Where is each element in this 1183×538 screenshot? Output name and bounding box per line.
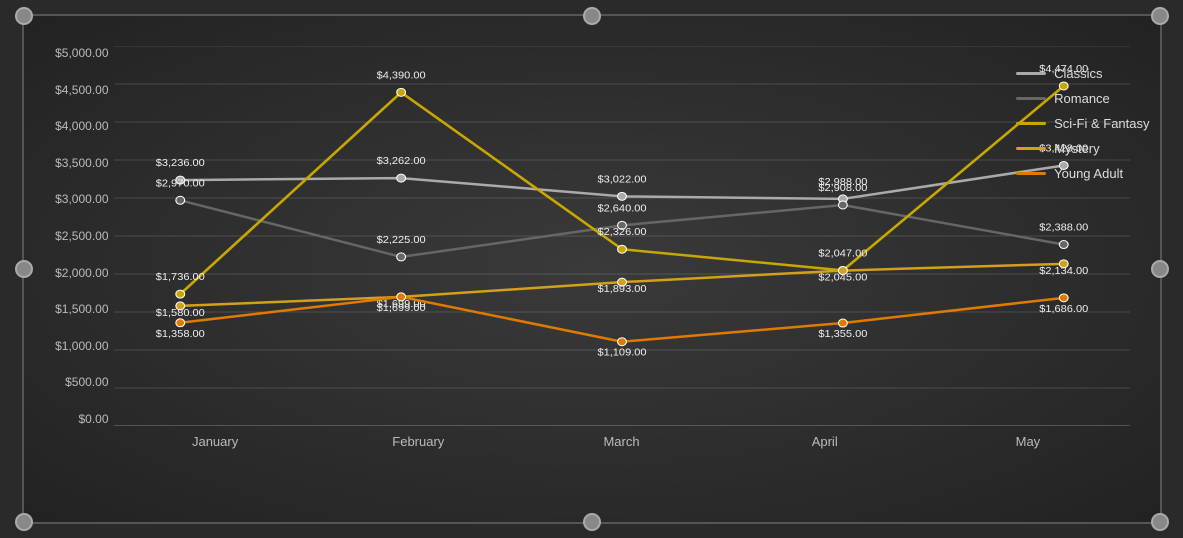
- y-axis-label: $5,000.00: [34, 46, 109, 60]
- y-axis-label: $4,500.00: [34, 83, 109, 97]
- legend-item: Classics: [1016, 66, 1149, 81]
- svg-text:$4,390.00: $4,390.00: [376, 70, 425, 81]
- svg-text:$1,699.00: $1,699.00: [376, 302, 425, 313]
- svg-text:$1,736.00: $1,736.00: [155, 272, 204, 283]
- x-axis-label: January: [114, 434, 317, 449]
- y-axis: $0.00 $500.00 $1,000.00 $1,500.00 $2,000.00 $…: [34, 46, 109, 426]
- svg-text:$2,388.00: $2,388.00: [1039, 222, 1088, 233]
- legend-label: Romance: [1054, 91, 1110, 106]
- svg-text:$3,262.00: $3,262.00: [376, 156, 425, 167]
- svg-text:$2,134.00: $2,134.00: [1039, 265, 1088, 276]
- x-axis-label: February: [317, 434, 520, 449]
- x-axis: JanuaryFebruaryMarchAprilMay: [114, 434, 1130, 449]
- y-axis-label: $500.00: [34, 375, 109, 389]
- legend-color: [1016, 72, 1046, 75]
- corner-tr: [1151, 7, 1169, 25]
- svg-text:$1,109.00: $1,109.00: [597, 347, 646, 358]
- corner-bl: [15, 513, 33, 531]
- svg-text:$1,686.00: $1,686.00: [1039, 303, 1088, 314]
- legend-item: Mystery: [1016, 141, 1149, 156]
- svg-text:$2,908.00: $2,908.00: [818, 182, 867, 193]
- chart-svg: $3,236.00$3,262.00$3,022.00$2,988.00$3,4…: [114, 46, 1130, 426]
- svg-text:$1,580.00: $1,580.00: [155, 307, 204, 318]
- corner-ml: [15, 260, 33, 278]
- corner-mr: [1151, 260, 1169, 278]
- svg-text:$3,236.00: $3,236.00: [155, 158, 204, 169]
- corner-tl: [15, 7, 33, 25]
- y-axis-label: $4,000.00: [34, 119, 109, 133]
- svg-text:$3,022.00: $3,022.00: [597, 174, 646, 185]
- svg-text:$2,640.00: $2,640.00: [597, 203, 646, 214]
- corner-tc: [583, 7, 601, 25]
- legend-color: [1016, 172, 1046, 175]
- legend-label: Mystery: [1054, 141, 1100, 156]
- legend-label: Sci-Fi & Fantasy: [1054, 116, 1149, 131]
- legend-color: [1016, 122, 1046, 125]
- x-axis-label: March: [520, 434, 723, 449]
- svg-text:$1,355.00: $1,355.00: [818, 328, 867, 339]
- legend-item: Sci-Fi & Fantasy: [1016, 116, 1149, 131]
- y-axis-label: $2,000.00: [34, 266, 109, 280]
- svg-text:$2,970.00: $2,970.00: [155, 178, 204, 189]
- legend-item: Young Adult: [1016, 166, 1149, 181]
- y-axis-label: $0.00: [34, 412, 109, 426]
- legend-label: Classics: [1054, 66, 1102, 81]
- corner-br: [1151, 513, 1169, 531]
- legend-item: Romance: [1016, 91, 1149, 106]
- legend-label: Young Adult: [1054, 166, 1123, 181]
- legend: Classics Romance Sci-Fi & Fantasy Myster…: [1016, 66, 1149, 181]
- corner-bc: [583, 513, 601, 531]
- svg-text:$2,225.00: $2,225.00: [376, 234, 425, 245]
- y-axis-label: $2,500.00: [34, 229, 109, 243]
- svg-text:$2,047.00: $2,047.00: [818, 248, 867, 259]
- y-axis-label: $3,500.00: [34, 156, 109, 170]
- svg-text:$1,358.00: $1,358.00: [155, 328, 204, 339]
- svg-text:$2,045.00: $2,045.00: [818, 272, 867, 283]
- svg-text:$1,893.00: $1,893.00: [597, 284, 646, 295]
- svg-text:$2,326.00: $2,326.00: [597, 227, 646, 238]
- legend-color: [1016, 147, 1046, 150]
- chart-container: $0.00 $500.00 $1,000.00 $1,500.00 $2,000.00 $…: [22, 14, 1162, 524]
- x-axis-label: May: [926, 434, 1129, 449]
- chart-area: $0.00$500.00$1,000.00$1,500.00$2,000.00$…: [114, 46, 1130, 426]
- x-axis-label: April: [723, 434, 926, 449]
- y-axis-label: $3,000.00: [34, 192, 109, 206]
- legend-color: [1016, 97, 1046, 100]
- y-axis-label: $1,000.00: [34, 339, 109, 353]
- y-axis-label: $1,500.00: [34, 302, 109, 316]
